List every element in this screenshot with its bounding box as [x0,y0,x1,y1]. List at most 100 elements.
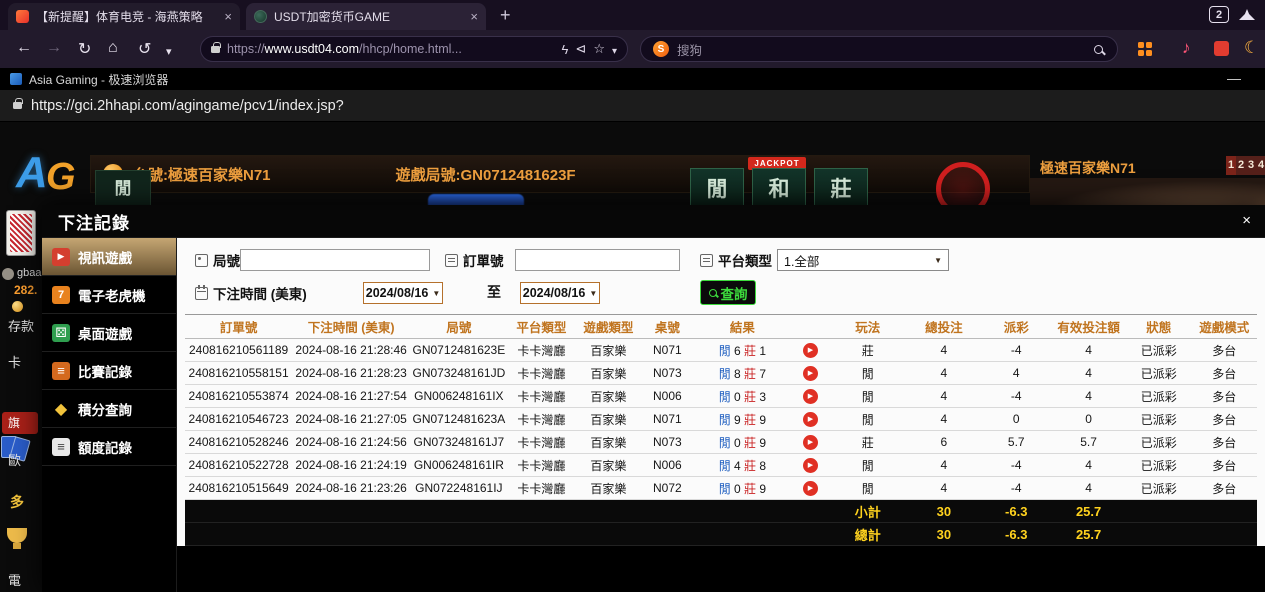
seat-number[interactable]: 3 [1246,156,1256,175]
night-mode-moon-icon[interactable] [1244,38,1259,58]
order-cell: 240816210546723 [185,408,292,431]
tab-count-badge[interactable]: 2 [1209,6,1229,23]
bookmark-star-icon[interactable] [593,41,605,57]
promo-card-image [6,210,36,256]
valid-bet-cell: 4 [1051,385,1126,408]
order-cell: 240816210522728 [185,454,292,477]
subtotal-valid: 25.7 [1051,500,1126,523]
replay-cell [792,477,830,500]
round-cell: GN073248161J7 [410,431,508,454]
lobby-item-label[interactable]: 卡 [8,352,21,371]
flagship-hall-button[interactable]: 旗 [2,412,38,434]
time-cell: 2024-08-16 21:28:46 [292,339,410,362]
replay-button[interactable] [803,412,818,427]
game-type-cell: 百家樂 [575,454,641,477]
total-row: 總計 30 -6.3 25.7 [185,523,1257,546]
order-no-input[interactable] [515,249,680,271]
tab-close-icon[interactable]: × [470,9,478,24]
sidebar-item-quota-records[interactable]: 額度記錄 [42,428,176,466]
bet-record-row: 2408162105581512024-08-16 21:28:23GN0732… [185,362,1257,385]
seat-number[interactable]: 4 [1256,156,1265,175]
deposit-button[interactable]: 存款 [8,316,34,335]
round-no-input[interactable] [240,249,430,271]
sidebar-item-label: 視訊遊戲 [78,247,132,267]
replay-button[interactable] [803,343,818,358]
column-header: 玩法 [829,315,906,339]
search-bar[interactable]: S 搜狗 [640,36,1118,62]
column-header: 有效投注額 [1051,315,1126,339]
red-app-icon[interactable] [1214,41,1229,56]
table-no-cell: N071 [642,408,693,431]
browser-theme-icon[interactable] [1239,9,1255,20]
replay-cell [792,408,830,431]
game-round-label: 遊戲局號:GN0712481623F [396,164,576,185]
status-cell: 已派彩 [1126,454,1191,477]
calendar-icon [195,287,208,300]
tab-sports[interactable]: 【新提醒】体育电竞 - 海燕策略 × [8,3,240,30]
total-label: 總計 [829,523,906,546]
bet-record-row: 2408162105538742024-08-16 21:27:54GN0062… [185,385,1257,408]
refresh-icon[interactable] [78,39,91,59]
bet-player-button[interactable]: 閒 [95,170,151,208]
platform-cell: 卡卡灣廳 [508,431,576,454]
sidebar-item-slots[interactable]: 電子老虎機 [42,276,176,314]
chevron-down-icon[interactable] [166,42,172,60]
column-header: 遊戲類型 [575,315,641,339]
popup-title-bar: Asia Gaming - 极速浏览器 — [0,68,1265,90]
seat-number[interactable]: 1 [1226,156,1236,175]
date-from-picker[interactable]: 2024/08/16 ▼ [363,282,443,304]
replay-button[interactable] [803,458,818,473]
betting-records-modal: 下注記錄 × 視訊遊戲 電子老虎機 桌面遊戲 比賽記錄 [42,205,1265,592]
table-number-label: 台號:極速百家樂N71 [133,164,271,185]
tab-usdt-game[interactable]: USDT加密货币GAME × [246,3,486,30]
tab-title: USDT加密货币GAME [274,8,463,25]
subtotal-payout: -6.3 [981,500,1051,523]
dealer-video-feed [1030,178,1265,206]
share-icon[interactable] [575,41,586,57]
multi-table-label[interactable]: 多 [10,492,24,512]
platform-type-select[interactable]: 1.全部 ▼ [777,249,949,271]
query-button[interactable]: 查詢 [700,280,756,305]
electronic-label[interactable]: 電 [8,570,21,589]
play-type-cell: 閒 [829,385,906,408]
time-cell: 2024-08-16 21:23:26 [292,477,410,500]
replay-button[interactable] [803,366,818,381]
mode-cell: 多台 [1192,431,1258,454]
sidebar-item-match-records[interactable]: 比賽記錄 [42,352,176,390]
europe-hall-label[interactable]: 歐 [8,450,21,469]
table-no-cell: N072 [642,477,693,500]
sidebar-item-points-inquiry[interactable]: 積分查詢 [42,390,176,428]
sidebar-item-table-games[interactable]: 桌面遊戲 [42,314,176,352]
new-tab-button[interactable]: + [500,3,511,27]
platform-cell: 卡卡灣廳 [508,408,576,431]
result-cell: 閒 0 莊 3 [693,385,792,408]
back-icon[interactable] [16,39,32,57]
replay-button[interactable] [803,481,818,496]
popup-address-bar[interactable]: https://gci.2hhapi.com/agingame/pcv1/ind… [0,90,1265,122]
game-type-cell: 百家樂 [575,362,641,385]
seat-number[interactable]: 2 [1236,156,1246,175]
replay-button[interactable] [803,389,818,404]
search-icon[interactable] [1094,45,1103,54]
apps-grid-icon[interactable] [1138,42,1152,56]
payout-cell: 5.7 [981,431,1051,454]
forward-icon[interactable] [46,39,62,57]
play-type-cell: 閒 [829,362,906,385]
sidebar-item-video-games[interactable]: 視訊遊戲 [42,238,176,276]
total-bet: 30 [906,523,981,546]
home-icon[interactable] [108,39,118,57]
minimize-button[interactable]: — [1227,70,1241,86]
column-header: 桌號 [642,315,693,339]
address-bar[interactable]: https://www.usdt04.com/hhcp/home.html... [200,36,628,62]
chevron-down-icon[interactable] [612,42,617,57]
order-cell: 240816210558151 [185,362,292,385]
date-to-picker[interactable]: 2024/08/16 ▼ [520,282,600,304]
lightning-icon[interactable] [562,42,569,57]
music-note-icon[interactable] [1182,38,1191,58]
replay-button[interactable] [803,435,818,450]
ag-logo: G [46,156,76,199]
tab-close-icon[interactable]: × [224,9,232,24]
close-icon[interactable]: × [1242,213,1251,228]
game-header-bar: 台號:極速百家樂N71 遊戲局號:GN0712481623F [90,155,1030,193]
undo-icon[interactable] [138,39,151,59]
